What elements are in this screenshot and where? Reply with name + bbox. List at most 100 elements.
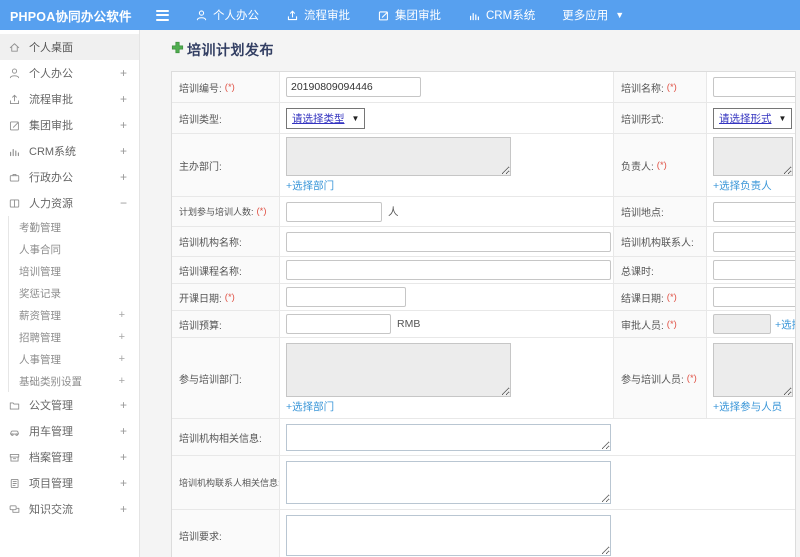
sidebar-item-knowledge[interactable]: 知识交流 + bbox=[0, 496, 139, 522]
expand-icon[interactable]: + bbox=[120, 476, 127, 490]
sidebar-item-workflow-approval[interactable]: 流程审批 + bbox=[0, 86, 139, 112]
nav-label: 个人办公 bbox=[213, 10, 259, 22]
training-type-select[interactable]: 请选择类型 ▼ bbox=[286, 107, 366, 129]
sidebar-item-group-approval[interactable]: 集团审批 + bbox=[0, 112, 139, 138]
required-mark: (*) bbox=[686, 372, 697, 384]
submenu-item-hr-contract[interactable]: 人事合同 bbox=[9, 238, 139, 260]
sidebar-label: 流程审批 bbox=[29, 94, 73, 106]
expand-icon[interactable]: + bbox=[119, 375, 125, 387]
menu-toggle-icon[interactable] bbox=[156, 9, 169, 21]
required-mark: (*) bbox=[224, 81, 235, 93]
select-dept-link[interactable]: +选择部门 bbox=[286, 178, 334, 193]
total-hours-input[interactable] bbox=[713, 260, 795, 280]
end-date-input[interactable] bbox=[713, 287, 795, 307]
nav-label: 集团审批 bbox=[395, 10, 441, 22]
sidebar-item-admin-office[interactable]: 行政办公 + bbox=[0, 164, 139, 190]
org-contact-input[interactable] bbox=[713, 231, 795, 252]
expand-icon[interactable]: + bbox=[120, 450, 127, 464]
select-approver-link[interactable]: +选择审批人员 bbox=[775, 317, 795, 332]
person-icon bbox=[8, 67, 21, 80]
expand-icon[interactable]: + bbox=[120, 144, 127, 158]
expand-icon[interactable]: + bbox=[119, 353, 125, 365]
sidebar-label: 行政办公 bbox=[29, 172, 73, 184]
org-contact-info-textarea[interactable] bbox=[286, 461, 611, 504]
select-participants-link[interactable]: +选择参与人员 bbox=[713, 399, 782, 414]
collapse-icon[interactable]: − bbox=[120, 196, 127, 210]
expand-icon[interactable]: + bbox=[120, 118, 127, 132]
submenu-item-training[interactable]: 培训管理 bbox=[9, 260, 139, 282]
planned-count-input[interactable] bbox=[286, 201, 382, 222]
submenu-item-salary[interactable]: 薪资管理 + bbox=[9, 304, 139, 326]
expand-icon[interactable]: + bbox=[120, 398, 127, 412]
sidebar-label: 人力资源 bbox=[29, 198, 73, 210]
submenu-item-rewards[interactable]: 奖惩记录 bbox=[9, 282, 139, 304]
submenu-item-personnel[interactable]: 人事管理 + bbox=[9, 348, 139, 370]
course-name-input[interactable] bbox=[286, 260, 611, 280]
training-form-select[interactable]: 请选择形式 ▼ bbox=[713, 107, 793, 129]
label-planned-count: 计划参与培训人数: (*) bbox=[172, 197, 280, 226]
sidebar-item-vehicle[interactable]: 用车管理 + bbox=[0, 418, 139, 444]
leader-textarea[interactable] bbox=[713, 137, 793, 176]
training-no-input[interactable] bbox=[286, 77, 421, 97]
label-org-contact: 培训机构联系人: bbox=[614, 227, 707, 256]
participants-textarea[interactable] bbox=[713, 342, 793, 397]
sidebar-item-documents[interactable]: 公文管理 + bbox=[0, 392, 139, 418]
approver-input[interactable] bbox=[713, 314, 771, 334]
select-dept-link[interactable]: +选择部门 bbox=[286, 399, 334, 414]
sidebar-item-crm[interactable]: CRM系统 + bbox=[0, 138, 139, 164]
training-name-input[interactable] bbox=[713, 77, 795, 97]
home-icon bbox=[8, 41, 21, 54]
submenu-item-base-category[interactable]: 基础类别设置 + bbox=[9, 370, 139, 392]
submenu-label: 人事管理 bbox=[19, 353, 61, 366]
submenu-label: 人事合同 bbox=[19, 243, 61, 256]
label-start-date: 开课日期: (*) bbox=[172, 284, 280, 310]
org-name-input[interactable] bbox=[286, 231, 611, 252]
requirements-textarea[interactable] bbox=[286, 515, 611, 556]
nav-item-crm[interactable]: CRM系统 bbox=[468, 7, 535, 23]
sidebar-item-projects[interactable]: 项目管理 + bbox=[0, 470, 139, 496]
expand-icon[interactable]: + bbox=[120, 424, 127, 438]
label-training-no: 培训编号: (*) bbox=[172, 72, 280, 102]
edit-icon bbox=[377, 9, 390, 22]
car-icon bbox=[8, 425, 21, 438]
expand-icon[interactable]: + bbox=[119, 331, 125, 343]
add-icon bbox=[171, 41, 184, 59]
sidebar-label: 个人办公 bbox=[29, 68, 73, 80]
start-date-input[interactable] bbox=[286, 287, 406, 307]
page-title: 培训计划发布 bbox=[171, 40, 800, 60]
select-leader-link[interactable]: +选择负责人 bbox=[713, 178, 772, 193]
sidebar-item-hr[interactable]: 人力资源 − bbox=[0, 190, 139, 216]
sidebar-submenu-hr: 考勤管理 人事合同 培训管理 奖惩记录 薪资管理 + 招聘管理 + 人事管理 + 基础… bbox=[8, 216, 139, 392]
expand-icon[interactable]: + bbox=[120, 92, 127, 106]
sidebar-label: 公文管理 bbox=[29, 400, 73, 412]
sidebar-label: 档案管理 bbox=[29, 452, 73, 464]
org-info-textarea[interactable] bbox=[286, 423, 611, 451]
label-host-dept: 主办部门: bbox=[172, 134, 280, 196]
host-dept-textarea[interactable] bbox=[286, 137, 511, 176]
expand-icon[interactable]: + bbox=[120, 170, 127, 184]
required-mark: (*) bbox=[656, 159, 667, 171]
sidebar-item-archives[interactable]: 档案管理 + bbox=[0, 444, 139, 470]
sidebar-item-desktop[interactable]: 个人桌面 bbox=[0, 34, 139, 60]
nav-item-workflow-approval[interactable]: 流程审批 bbox=[286, 7, 350, 23]
budget-input[interactable] bbox=[286, 314, 391, 334]
expand-icon[interactable]: + bbox=[120, 66, 127, 80]
label-requirements: 培训要求: bbox=[172, 510, 280, 557]
nav-item-more-apps[interactable]: 更多应用 ▼ bbox=[562, 7, 624, 23]
expand-icon[interactable]: + bbox=[120, 502, 127, 516]
submenu-label: 奖惩记录 bbox=[19, 287, 61, 300]
send-icon bbox=[286, 9, 299, 22]
participate-dept-textarea[interactable] bbox=[286, 342, 511, 397]
nav-item-personal-office[interactable]: 个人办公 bbox=[195, 7, 259, 23]
expand-icon[interactable]: + bbox=[119, 309, 125, 321]
label-training-name: 培训名称: (*) bbox=[614, 72, 707, 102]
nav-item-group-approval[interactable]: 集团审批 bbox=[377, 7, 441, 23]
top-nav: 个人办公 流程审批 集团审批 CRM系统 更多应用 ▼ bbox=[195, 7, 624, 23]
submenu-item-recruit[interactable]: 招聘管理 + bbox=[9, 326, 139, 348]
submenu-label: 培训管理 bbox=[19, 265, 61, 278]
submenu-item-attendance[interactable]: 考勤管理 bbox=[9, 216, 139, 238]
training-plan-form: 培训编号:(*) 培训名称:(*) 培训类型: 请选择类型▼ 培训形式: 请选择… bbox=[171, 71, 796, 557]
currency-suffix: RMB bbox=[397, 318, 421, 330]
location-input[interactable] bbox=[713, 201, 795, 222]
sidebar-item-personal-office[interactable]: 个人办公 + bbox=[0, 60, 139, 86]
